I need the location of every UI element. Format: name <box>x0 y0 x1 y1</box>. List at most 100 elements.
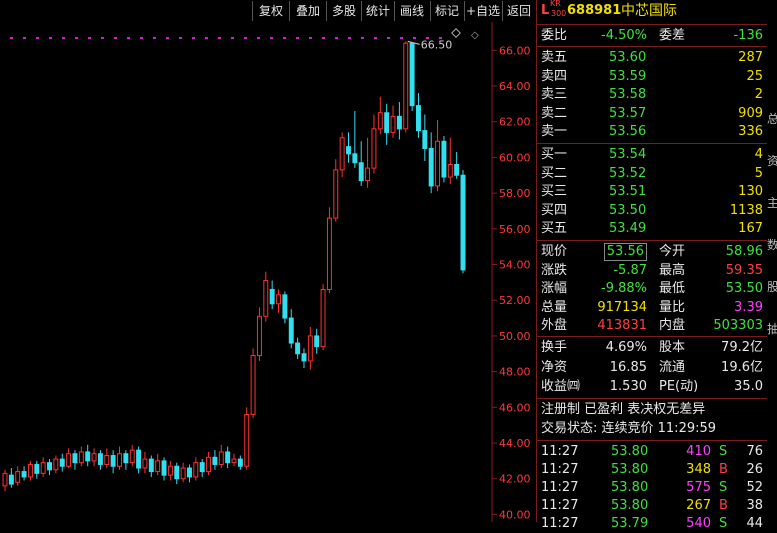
dotted-indicator <box>322 37 325 39</box>
diff-value: -136 <box>733 28 763 43</box>
candle-body <box>174 465 180 480</box>
tick-price: 53.80 <box>611 498 649 513</box>
candle-body <box>47 462 52 471</box>
dotted-indicator <box>49 37 52 39</box>
stat-row: 涨跌 -5.87 最高 59.35 <box>537 262 767 280</box>
y-tick-label: 42.00 <box>499 473 531 486</box>
fund-row: 净资 16.85 流通 19.6亿 <box>537 359 767 377</box>
stock-flag: L <box>541 3 550 18</box>
candle-body <box>314 335 320 348</box>
fund-value: 19.6亿 <box>721 359 763 375</box>
candle-body <box>21 471 27 478</box>
dotted-indicator <box>179 37 182 39</box>
candle-body <box>390 115 396 133</box>
ask-row: 卖三 53.58 2 <box>537 86 767 104</box>
candle-body <box>72 453 78 464</box>
toolbar-button-3[interactable]: 统计 <box>361 1 394 21</box>
candle-body <box>333 169 339 219</box>
edge-label: 股 <box>767 280 777 294</box>
candle-body <box>27 463 33 478</box>
candle-body <box>307 335 313 362</box>
tick-volume: 410 <box>686 444 711 459</box>
candle-body <box>225 451 231 464</box>
board-badge-bottom: 300 <box>551 9 567 18</box>
candle-body <box>40 462 46 474</box>
candle-body <box>441 140 447 178</box>
toolbar-button-1[interactable]: 叠加 <box>289 1 326 21</box>
stat-label: 涨跌 <box>541 262 568 278</box>
candle-body <box>263 280 269 317</box>
bid-volume: 130 <box>738 184 763 200</box>
candle-body <box>97 453 103 465</box>
fund-label: 收益㈣ <box>541 379 581 394</box>
candle-body <box>136 449 142 469</box>
tick-price: 53.80 <box>611 462 649 477</box>
toolbar-button-6[interactable]: +自选 <box>464 1 501 21</box>
stat-value: 53.50 <box>725 281 763 297</box>
stat-label: 内盘 <box>659 318 686 334</box>
chart-toolbar: 复权 叠加 多股 统计 画线 标记 +自选 返回 <box>0 0 536 22</box>
tick-side: B <box>719 462 728 477</box>
dotted-indicator <box>231 37 234 39</box>
toolbar-button-5[interactable]: 标记 <box>430 1 463 21</box>
fund-value: 1.530 <box>609 379 647 394</box>
y-tick-label: 40.00 <box>499 508 531 521</box>
stat-label: 总量 <box>541 299 568 315</box>
fund-value: 79.2亿 <box>721 340 763 355</box>
dotted-indicator <box>400 37 403 39</box>
bid-price: 53.51 <box>609 184 647 200</box>
bid-row: 买四 53.50 1138 <box>537 202 767 220</box>
bid-label: 买四 <box>541 202 568 218</box>
ask-price: 53.57 <box>609 105 647 121</box>
ask-label: 卖三 <box>541 87 568 103</box>
fund-value: 4.69% <box>605 340 647 355</box>
y-tick-label: 62.00 <box>499 116 531 129</box>
stat-value: -5.87 <box>613 262 647 278</box>
candle-body <box>276 294 281 305</box>
candle-body <box>244 413 250 467</box>
dotted-indicator <box>270 37 273 39</box>
toolbar-button-7[interactable]: 返回 <box>502 1 535 21</box>
candle-body <box>352 153 358 164</box>
ask-volume: 909 <box>738 105 763 121</box>
stock-tags: 注册制 已盈利 表决权无差异 <box>541 402 706 417</box>
candle-body <box>377 112 383 130</box>
dotted-indicator <box>413 37 416 39</box>
stat-row: 总量 917134 量比 3.39 <box>537 299 767 317</box>
candle-body <box>371 128 377 169</box>
toolbar-button-4[interactable]: 画线 <box>394 1 429 21</box>
bid-volume: 1138 <box>729 202 763 218</box>
y-tick-label: 60.00 <box>499 151 531 164</box>
dotted-indicator <box>309 37 312 39</box>
bid-volume: 5 <box>754 165 763 181</box>
candle-body <box>435 140 441 187</box>
tick-volume: 575 <box>686 480 711 495</box>
stat-value: 413831 <box>597 318 647 334</box>
fund-label: 换手 <box>541 340 568 355</box>
diamond-icon <box>451 28 461 38</box>
candle-body <box>66 453 72 467</box>
candle-body <box>231 458 237 464</box>
candle-body <box>422 130 428 149</box>
candlestick-chart[interactable]: 66.00 64.00 62.00 60.00 58.00 56.00 54.00 52.00… <box>0 22 536 522</box>
stat-value: 917134 <box>597 299 647 315</box>
fund-label: 净资 <box>541 359 568 375</box>
ratio-label: 委比 <box>541 28 568 43</box>
high-marker-label: 66.50 <box>421 38 453 51</box>
tick-count: 26 <box>746 462 763 477</box>
tick-price: 53.80 <box>611 444 649 459</box>
candle-body <box>250 355 256 415</box>
tick-row: 11:27 53.80 575 S 52 <box>537 479 767 497</box>
dotted-indicator <box>36 37 39 39</box>
ask-label: 卖五 <box>541 50 568 65</box>
toolbar-button-0[interactable]: 复权 <box>252 1 289 21</box>
ask-price: 53.59 <box>609 68 647 84</box>
fund-label: 股本 <box>659 340 686 355</box>
tick-count: 44 <box>746 516 763 531</box>
ask-row: 卖二 53.57 909 <box>537 105 767 123</box>
candle-body <box>409 42 415 107</box>
candle-body <box>15 471 21 483</box>
dotted-indicator <box>88 37 91 39</box>
toolbar-button-2[interactable]: 多股 <box>326 1 361 21</box>
bid-price: 53.54 <box>609 147 647 162</box>
